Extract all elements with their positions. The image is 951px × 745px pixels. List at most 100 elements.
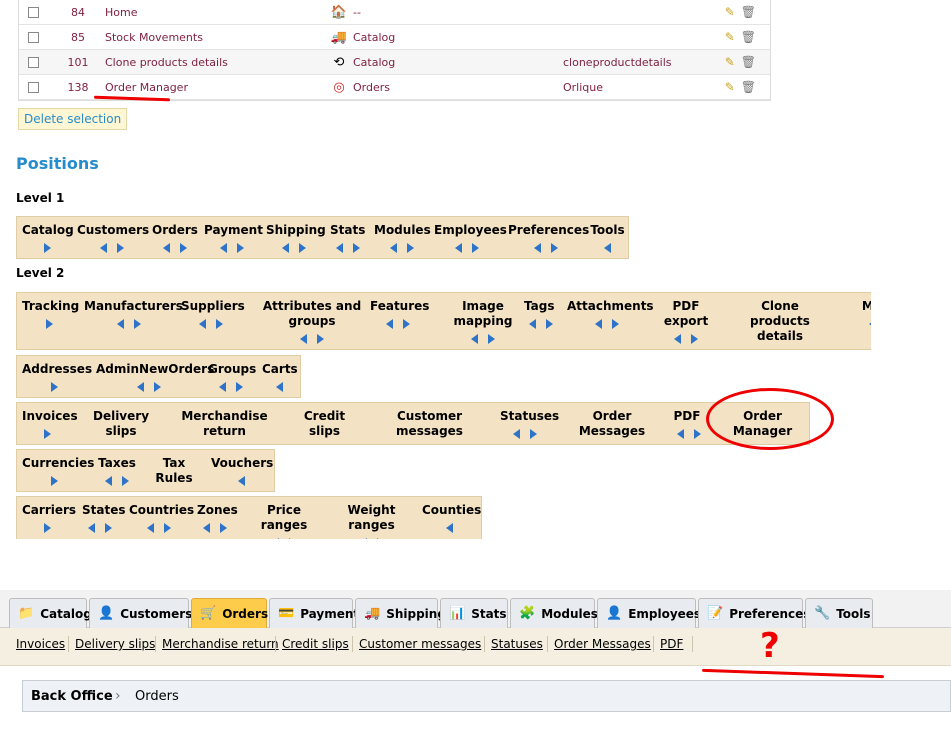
subtab-statuses[interactable]: Statuses [491, 637, 543, 651]
edit-icon[interactable]: ✎ [725, 80, 735, 94]
move-right-icon[interactable] [612, 318, 619, 329]
move-left-icon[interactable] [272, 537, 279, 539]
move-left-icon[interactable] [237, 475, 245, 486]
move-left-icon[interactable] [513, 428, 520, 439]
move-left-icon[interactable] [335, 242, 343, 253]
tab-shipping[interactable]: 🚚 Shipping [355, 598, 446, 628]
move-left-icon[interactable] [109, 443, 116, 444]
move-right-icon[interactable] [785, 348, 792, 349]
delete-icon[interactable]: 🗑 [741, 30, 756, 44]
move-right-icon[interactable] [122, 475, 129, 486]
tab-tools[interactable]: 🔧 Tools [805, 598, 873, 628]
breadcrumb-root[interactable]: Back Office [31, 689, 113, 704]
subtab-credit-slips[interactable]: Credit slips [282, 637, 349, 651]
move-left-icon[interactable] [674, 333, 681, 344]
move-left-icon[interactable] [385, 318, 393, 329]
subtab-pdf[interactable]: PDF [660, 637, 683, 651]
move-left-icon[interactable] [136, 381, 144, 392]
subtab-invoices[interactable]: Invoices [16, 637, 65, 651]
subtab-order-messages[interactable]: Order Messages [554, 637, 651, 651]
move-right-icon[interactable] [164, 522, 171, 533]
move-right-icon[interactable] [402, 318, 410, 329]
move-left-icon[interactable] [389, 242, 397, 253]
move-right-icon[interactable] [179, 242, 187, 253]
move-left-icon[interactable] [604, 242, 611, 253]
move-right-icon[interactable] [617, 443, 624, 444]
move-left-icon[interactable] [529, 318, 536, 329]
delete-selection-button[interactable]: Delete selection [18, 108, 128, 130]
move-right-icon[interactable] [329, 443, 337, 444]
move-left-icon[interactable] [868, 318, 871, 329]
move-left-icon[interactable] [677, 428, 684, 439]
tab-modules[interactable]: 🧩 Modules [510, 598, 598, 628]
move-left-icon[interactable] [202, 522, 210, 533]
row-checkbox[interactable] [28, 6, 39, 18]
move-left-icon[interactable] [359, 537, 367, 539]
move-left-icon[interactable] [600, 443, 607, 444]
row-name[interactable]: Clone products details [105, 56, 325, 69]
row-checkbox[interactable] [28, 81, 39, 93]
move-left-icon[interactable] [446, 522, 453, 533]
move-right-icon[interactable] [488, 333, 495, 344]
move-left-icon[interactable] [100, 242, 107, 253]
row-name[interactable]: Stock Movements [105, 31, 325, 44]
move-right-icon[interactable] [216, 318, 223, 329]
move-left-icon[interactable] [471, 333, 478, 344]
move-left-icon[interactable] [533, 242, 541, 253]
delete-icon[interactable]: 🗑 [741, 80, 756, 94]
row-checkbox[interactable] [28, 31, 39, 43]
edit-icon[interactable]: ✎ [725, 5, 735, 19]
move-right-icon[interactable] [126, 443, 133, 444]
move-right-icon[interactable] [179, 490, 186, 491]
move-left-icon[interactable] [218, 381, 226, 392]
move-right-icon[interactable] [229, 443, 237, 444]
tab-employees[interactable]: 👤 Employees [597, 598, 701, 628]
move-right-icon[interactable] [352, 242, 360, 253]
subtab-customer-messages[interactable]: Customer messages [359, 637, 481, 651]
edit-icon[interactable]: ✎ [725, 30, 735, 44]
move-right-icon[interactable] [550, 242, 558, 253]
move-right-icon[interactable] [434, 443, 442, 444]
subtab-merchandise-return[interactable]: Merchandise return [162, 637, 279, 651]
move-right-icon[interactable] [117, 242, 124, 253]
row-name[interactable]: Order Manager [105, 81, 325, 94]
move-left-icon[interactable] [312, 443, 320, 444]
move-right-icon[interactable] [691, 333, 698, 344]
move-left-icon[interactable] [105, 475, 112, 486]
tab-stats[interactable]: 📊 Stats [440, 598, 508, 628]
move-right-icon[interactable] [236, 242, 244, 253]
move-left-icon[interactable] [199, 318, 206, 329]
tab-orders[interactable]: 🛒 Orders [191, 598, 268, 628]
move-right-icon[interactable] [471, 242, 479, 253]
move-left-icon[interactable] [281, 242, 289, 253]
move-left-icon[interactable] [595, 318, 602, 329]
tab-preferences[interactable]: 📝 Preferences [698, 598, 810, 628]
move-left-icon[interactable] [454, 242, 462, 253]
row-checkbox[interactable] [28, 56, 39, 68]
tab-catalog[interactable]: 📁 Catalog [9, 598, 92, 628]
move-right-icon[interactable] [43, 428, 51, 439]
move-left-icon[interactable] [212, 443, 220, 444]
move-right-icon[interactable] [289, 537, 296, 539]
move-right-icon[interactable] [376, 537, 384, 539]
move-right-icon[interactable] [46, 318, 53, 329]
move-right-icon[interactable] [546, 318, 553, 329]
move-right-icon[interactable] [219, 522, 227, 533]
move-right-icon[interactable] [104, 522, 112, 533]
move-right-icon[interactable] [153, 381, 161, 392]
move-left-icon[interactable] [300, 333, 307, 344]
move-right-icon[interactable] [298, 242, 306, 253]
move-left-icon[interactable] [117, 318, 124, 329]
move-right-icon[interactable] [43, 522, 51, 533]
edit-icon[interactable]: ✎ [725, 55, 735, 69]
move-right-icon[interactable] [134, 318, 141, 329]
move-left-icon[interactable] [417, 443, 425, 444]
tab-customers[interactable]: 👤 Customers [89, 598, 192, 628]
delete-icon[interactable]: 🗑 [741, 55, 756, 69]
move-right-icon[interactable] [317, 333, 324, 344]
row-name[interactable]: Home [105, 6, 325, 19]
move-right-icon[interactable] [51, 381, 58, 392]
tab-payment[interactable]: 💳 Payment [269, 598, 359, 628]
move-right-icon[interactable] [51, 475, 58, 486]
move-left-icon[interactable] [162, 242, 170, 253]
